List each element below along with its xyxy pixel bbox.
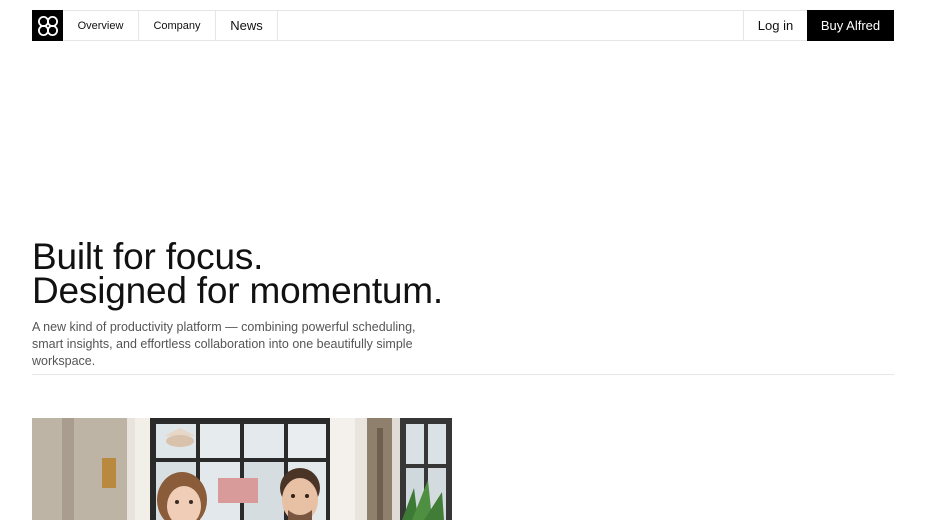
hero-title-line-2: Designed for momentum.: [32, 270, 444, 311]
top-nav: Overview Company News Log in Buy Alfred: [32, 10, 894, 41]
nav-item-label: News: [230, 18, 263, 33]
four-circles-icon: [37, 15, 58, 36]
login-button[interactable]: Log in: [743, 11, 807, 40]
nav-item-news[interactable]: News: [216, 11, 278, 40]
two-people-office-photo: [32, 418, 452, 520]
login-label: Log in: [757, 18, 794, 33]
section-divider: [32, 374, 894, 375]
logo-icon[interactable]: [32, 10, 63, 41]
page: Overview Company News Log in Buy Alfred …: [0, 0, 925, 520]
nav-item-label: Overview: [77, 19, 124, 32]
nav-item-overview[interactable]: Overview: [63, 11, 139, 40]
hero-title: Built for focus. Designed for momentum.: [32, 236, 444, 311]
buy-alfred-button[interactable]: Buy Alfred: [807, 10, 894, 41]
buy-label: Buy Alfred: [820, 18, 881, 33]
hero-title-line-1: Built for focus.: [32, 236, 264, 277]
nav-item-company[interactable]: Company: [139, 11, 216, 40]
nav-item-label: Company: [153, 19, 201, 32]
hero-description: A new kind of productivity platform — co…: [32, 320, 416, 368]
office-photo-illustration: [32, 418, 452, 520]
